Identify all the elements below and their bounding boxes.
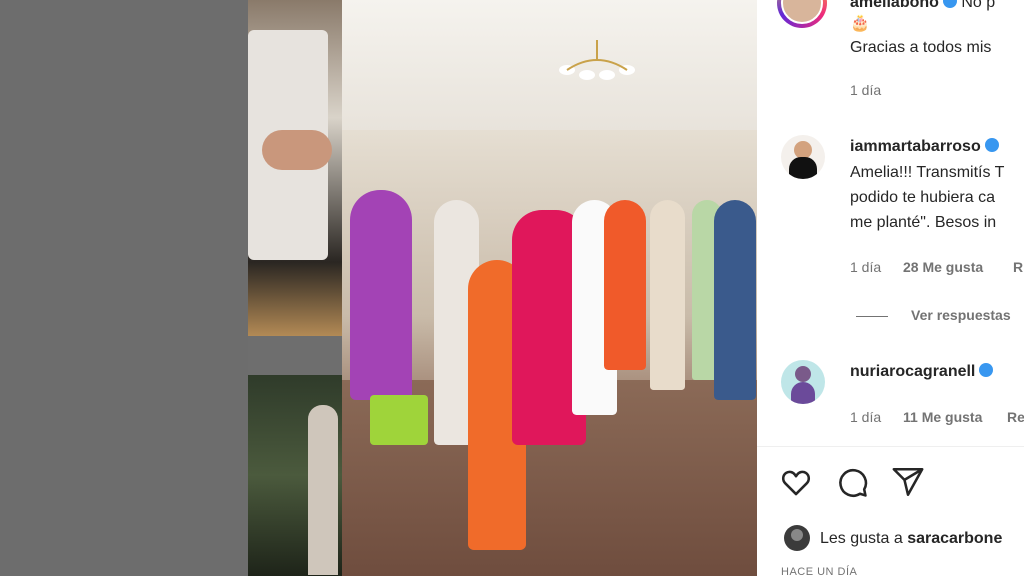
comment-text: me planté". Besos in [850,214,997,231]
reply-button[interactable]: Re [1007,409,1024,425]
comment-icon[interactable] [835,465,869,499]
avatar[interactable] [781,135,825,179]
guest-blue [714,200,756,400]
comment-username[interactable]: ameliabono No p [850,0,995,12]
comment-username[interactable]: nuriarocagranell [850,363,994,381]
post-video[interactable] [342,0,757,576]
chandelier [559,40,635,80]
post-timestamp: HACE UN DÍA [781,566,858,576]
guest-orange-2 [604,200,646,370]
verified-icon [942,0,957,8]
thumbnail-image-top[interactable] [248,0,342,336]
comment-likes[interactable]: 11 Me gusta [903,409,982,425]
share-icon[interactable] [891,465,925,499]
verified-icon [979,363,994,377]
background-left [0,0,248,576]
comment-time: 1 día [850,259,882,275]
liked-by-avatar[interactable] [784,525,810,551]
guest-purple [350,190,412,400]
liked-by-prefix: Les gusta a [820,530,903,547]
comments-panel: ameliabono No p 🎂 Gracias a todos mis 1 … [757,0,1024,576]
comment-likes[interactable]: 28 Me gusta [903,259,983,275]
guest-beige [650,200,685,390]
comment-text: Gracias a todos mis [850,39,992,56]
thumbnail-image-bottom[interactable] [248,375,342,576]
verified-icon [984,138,999,152]
heart-icon[interactable] [779,465,813,499]
divider [757,446,1024,447]
comment-time: 1 día [850,82,882,98]
liked-by-username[interactable]: saracarbone [907,530,1002,547]
view-replies-button[interactable]: Ver respuestas [911,307,1011,323]
comment-text: podido te hubiera ca [850,189,995,206]
comment-emoji: 🎂 [850,15,870,32]
replies-divider [856,316,888,317]
avatar[interactable] [781,360,825,404]
avatar[interactable] [777,0,827,28]
liked-by-text: Les gusta a saracarbone [820,526,1002,551]
guest-legs-green [370,395,428,445]
comment-text: Amelia!!! Transmitís T [850,164,1005,181]
comment-username[interactable]: iammartabarroso [850,138,999,156]
caption-text: No p [961,0,996,11]
comment-time: 1 día [850,409,882,425]
reply-button[interactable]: R [1013,259,1023,275]
